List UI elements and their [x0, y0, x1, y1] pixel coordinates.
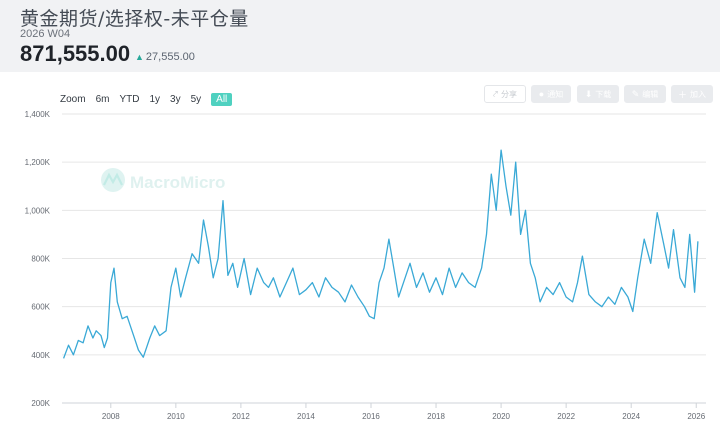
zoom-ytd-button[interactable]: YTD: [119, 94, 139, 105]
zoom-label: Zoom: [60, 93, 86, 105]
pencil-icon: ✎: [631, 88, 640, 99]
edit-button[interactable]: ✎ 编辑: [624, 85, 666, 103]
edit-label: 编辑: [642, 89, 659, 99]
download-button[interactable]: ⬇ 下载: [577, 85, 619, 103]
zoom-3y-button[interactable]: 3y: [170, 94, 181, 105]
zoom-1y-button[interactable]: 1y: [149, 94, 160, 105]
bell-icon: ●: [538, 89, 545, 99]
share-icon: ⤤: [492, 88, 499, 99]
change-value: ▲ 27,555.00: [135, 51, 195, 63]
download-label: 下载: [595, 89, 612, 99]
add-button[interactable]: ＋加入: [671, 85, 713, 103]
download-icon: ⬇: [584, 88, 593, 99]
zoom-5y-button[interactable]: 5y: [191, 94, 202, 105]
alert-button[interactable]: ● 通知: [531, 85, 571, 103]
up-arrow-icon: ▲: [135, 52, 144, 62]
zoom-6m-button[interactable]: 6m: [96, 94, 110, 105]
share-label: 分享: [501, 89, 518, 99]
zoom-selector: Zoom 6m YTD 1y 3y 5y All: [60, 91, 242, 107]
alert-label: 通知: [547, 89, 564, 99]
change-amount: 27,555.00: [145, 51, 195, 63]
latest-value: 871,555.00: [20, 41, 131, 66]
share-button[interactable]: ⤤ 分享: [484, 85, 526, 103]
plus-icon: ＋: [677, 89, 687, 100]
period-label: 2026 W04: [20, 28, 71, 40]
chart-panel: [0, 72, 720, 435]
page-title: 黄金期货/选择权-未平仓量: [20, 8, 249, 30]
add-label: 加入: [690, 89, 706, 99]
zoom-all-button[interactable]: All: [211, 92, 233, 106]
header-panel: 黄金期货/选择权-未平仓量 2026 W04 871,555.00 ▲ 27,55…: [0, 0, 720, 72]
